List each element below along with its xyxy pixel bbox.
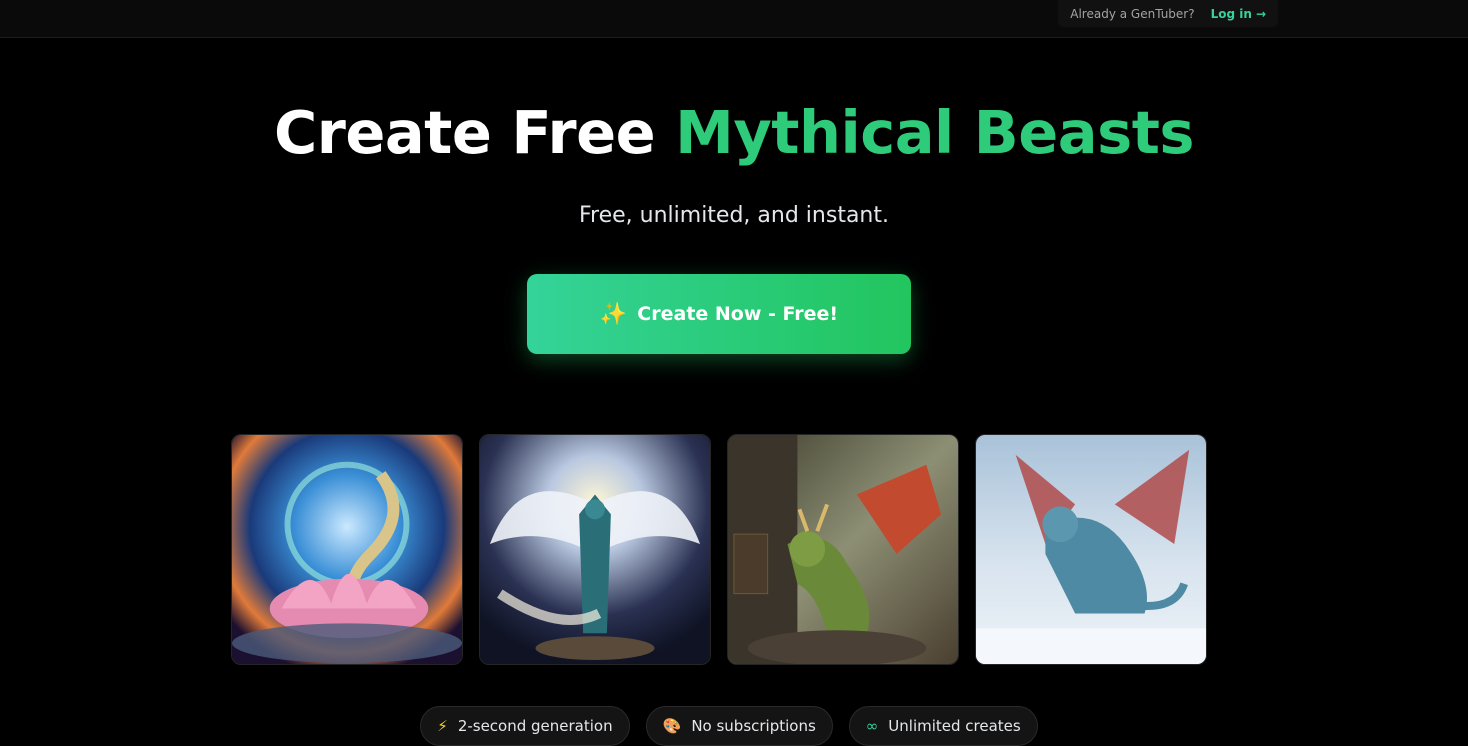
winged-fox-image xyxy=(479,434,711,665)
green-dragon-image xyxy=(727,434,959,665)
lotus-dragon-image xyxy=(231,434,463,665)
login-label: Log in xyxy=(1210,6,1252,21)
lightning-icon: ⚡ xyxy=(437,717,448,735)
feature-label: No subscriptions xyxy=(691,717,816,735)
infinity-icon: ∞ xyxy=(865,717,879,735)
hero-title-accent: Mythical Beasts xyxy=(675,98,1195,167)
top-bar: Already a GenTuber? Log in → xyxy=(0,0,1468,38)
feature-pill: ⚡ 2-second generation xyxy=(420,706,630,746)
create-now-label: Create Now - Free! xyxy=(637,303,839,325)
example-gallery xyxy=(231,434,1207,665)
feature-label: 2-second generation xyxy=(457,717,613,735)
palette-icon: 🎨 xyxy=(662,717,682,735)
login-link[interactable]: Log in → xyxy=(1211,7,1266,21)
sparkles-icon: ✨ xyxy=(599,301,628,327)
feature-pill: ∞ Unlimited creates xyxy=(848,706,1038,746)
arrow-right-icon: → xyxy=(1255,6,1266,21)
login-prompt: Already a GenTuber? Log in → xyxy=(1058,0,1278,27)
hero-title-main: Create Free xyxy=(273,98,656,167)
hero-subtitle: Free, unlimited, and instant. xyxy=(578,203,889,228)
ice-dragon-image xyxy=(975,434,1207,665)
feature-list: ⚡ 2-second generation 🎨 No subscriptions… xyxy=(0,706,1468,746)
hero-title: Create Free Mythical Beasts xyxy=(0,96,1468,170)
create-now-button[interactable]: ✨ Create Now - Free! xyxy=(527,274,911,354)
feature-pill: 🎨 No subscriptions xyxy=(645,706,833,746)
feature-label: Unlimited creates xyxy=(888,717,1021,735)
already-member-text: Already a GenTuber? xyxy=(1070,6,1195,21)
